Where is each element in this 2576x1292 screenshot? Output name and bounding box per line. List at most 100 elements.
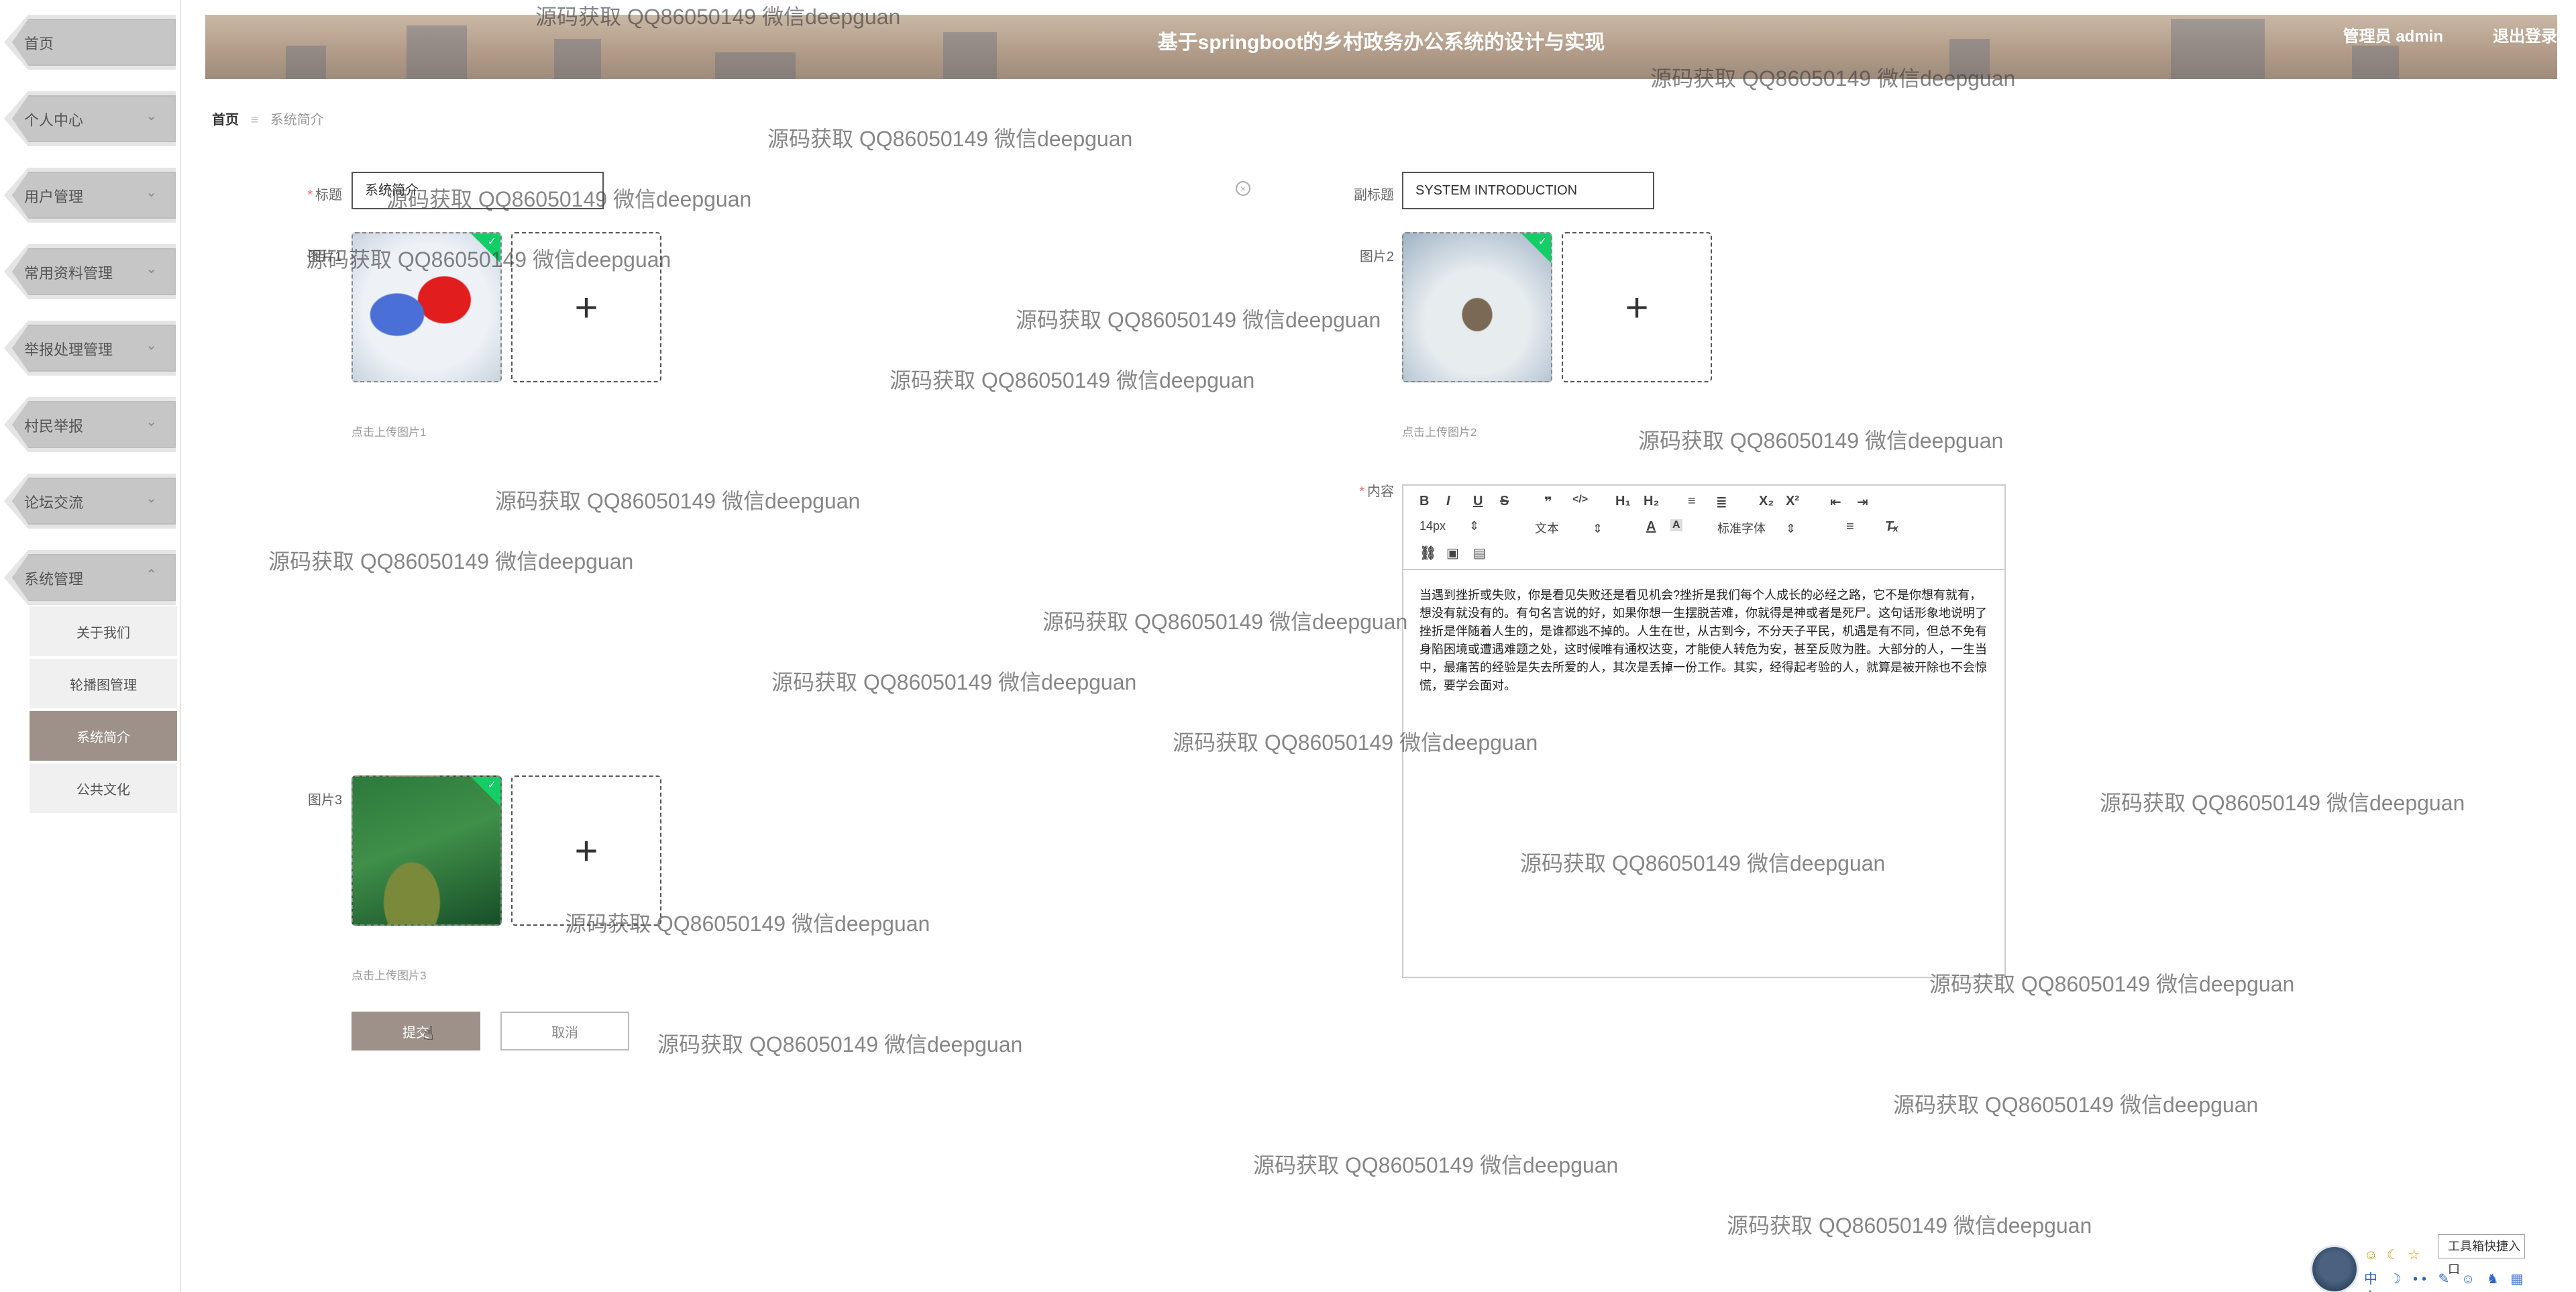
watermark-text: 源码获取 QQ86050149 微信deepguan [535, 5, 901, 29]
outdent-icon[interactable]: ⇤ [1830, 494, 1841, 510]
align-icon[interactable]: ≡ [1846, 519, 1854, 535]
bold-icon[interactable]: B [1419, 494, 1429, 509]
watermark-text: 源码获取 QQ86050149 微信deepguan [1727, 1214, 2092, 1238]
h2-icon[interactable]: H₂ [1644, 494, 1659, 509]
watermark-text: 源码获取 QQ86050149 微信deepguan [1929, 972, 2295, 996]
watermark-text: 源码获取 QQ86050149 微信deepguan [767, 127, 1133, 151]
submenu-item-carousel[interactable]: 轮播图管理 [30, 659, 177, 708]
breadcrumb-home[interactable]: 首页 [212, 113, 239, 127]
image1-hint: 点击上传图片1 [352, 426, 427, 439]
chevron-down-icon: ⌄ [146, 262, 157, 276]
chevron-down-icon: ⌄ [146, 185, 157, 200]
font-color-icon[interactable]: A [1646, 519, 1656, 535]
submenu-item-about-us[interactable]: 关于我们 [30, 606, 177, 656]
breadcrumb-separator-icon: ≡ [250, 113, 259, 127]
editor-content[interactable]: 当遇到挫折或失败，你是看见失败还是看见机会?挫折是我们每个人成长的必经之路，它不… [1419, 586, 1991, 695]
sidebar-item-user-management[interactable]: 用户管理 ⌄ [4, 168, 176, 223]
sidebar-item-villager-report[interactable]: 村民举报 ⌄ [4, 397, 176, 452]
chevron-down-icon: ⌄ [146, 338, 157, 353]
check-icon: ✓ [1538, 236, 1547, 248]
clear-icon[interactable]: × [1236, 181, 1250, 196]
sidebar-item-common-data[interactable]: 常用资料管理 ⌄ [4, 244, 176, 299]
watermark-text: 源码获取 QQ86050149 微信deepguan [1520, 851, 1886, 875]
watermark-text: 源码获取 QQ86050149 微信deepguan [1638, 429, 2004, 453]
watermark-text: 源码获取 QQ86050149 微信deepguan [2100, 791, 2465, 815]
indent-icon[interactable]: ⇥ [1857, 494, 1868, 510]
widget-status-icons: ☺ ☾ ☆ [2364, 1248, 2423, 1262]
watermark-text: 源码获取 QQ86050149 微信deepguan [890, 368, 1255, 392]
watermark-text: 源码获取 QQ86050149 微信deepguan [306, 248, 672, 272]
code-icon[interactable]: </> [1572, 494, 1588, 506]
sidebar-item-system-management[interactable]: 系统管理 ⌃ [4, 550, 176, 605]
h1-icon[interactable]: H₁ [1615, 494, 1631, 509]
sidebar-item-label: 举报处理管理 [24, 341, 113, 358]
image3-thumbnail[interactable]: ✓ [352, 775, 502, 926]
superscript-icon[interactable]: X² [1786, 494, 1799, 509]
subtitle-input[interactable]: SYSTEM INTRODUCTION [1402, 172, 1654, 209]
submenu-item-system-intro[interactable]: 系统简介 [30, 711, 177, 761]
block-type-select[interactable]: 文本 ⇕ [1535, 519, 1603, 537]
watermark-text: 源码获取 QQ86050149 微信deepguan [657, 1032, 1023, 1057]
watermark-text: 源码获取 QQ86050149 微信deepguan [1173, 731, 1538, 755]
submenu-item-public-culture[interactable]: 公共文化 [30, 763, 177, 813]
background-color-icon[interactable]: A [1670, 519, 1682, 531]
watermark-text: 源码获取 QQ86050149 微信deepguan [495, 489, 861, 513]
content-label: * 内容 [1359, 484, 1394, 499]
sidebar-item-report-handling[interactable]: 举报处理管理 ⌄ [4, 321, 176, 376]
image-icon[interactable]: ▣ [1446, 545, 1459, 561]
watermark-text: 源码获取 QQ86050149 微信deepguan [771, 670, 1137, 694]
assistant-avatar[interactable] [2310, 1245, 2359, 1292]
toolbox-shortcut[interactable]: 工具箱快捷入口 [2438, 1234, 2525, 1276]
watermark-text: 源码获取 QQ86050149 微信deepguan [268, 549, 634, 574]
image2-thumbnail[interactable]: ✓ [1402, 232, 1552, 382]
submit-button[interactable]: 提交 [352, 1012, 480, 1051]
watermark-text: 源码获取 QQ86050149 微信deepguan [1893, 1093, 2259, 1117]
watermark-text: 源码获取 QQ86050149 微信deepguan [1042, 610, 1408, 634]
quote-icon[interactable]: ❞ [1544, 494, 1552, 510]
breadcrumb: 首页 ≡ 系统简介 [212, 109, 324, 128]
chevron-up-icon: ⌃ [146, 568, 157, 582]
sidebar-item-label: 系统管理 [24, 571, 84, 588]
watermark-text: 源码获取 QQ86050149 微信deepguan [1016, 308, 1381, 332]
font-family-select[interactable]: 标准字体 ⇕ [1717, 519, 1796, 537]
image2-hint: 点击上传图片2 [1402, 426, 1477, 439]
clear-format-icon[interactable]: T̶ₓ [1885, 519, 1898, 535]
watermark-text: 源码获取 QQ86050149 微信deepguan [1650, 66, 2016, 91]
image3-label: 图片3 [307, 793, 342, 808]
bullet-list-icon[interactable]: ≣ [1716, 494, 1727, 510]
sidebar-item-personal-center[interactable]: 个人中心 ⌄ [4, 91, 176, 146]
chevron-down-icon: ⌄ [146, 415, 157, 429]
ime-toolbar[interactable]: 中 ☽ •• ✎ ☺ ♞ ▦ ♙ [2364, 1268, 2538, 1292]
image3-upload-button[interactable]: + [511, 775, 661, 926]
image2-label: 图片2 [1359, 250, 1394, 264]
video-icon[interactable]: ▤ [1473, 545, 1486, 561]
underline-icon[interactable]: U [1473, 494, 1483, 509]
sidebar-item-label: 用户管理 [24, 189, 84, 205]
sidebar: 首页 个人中心 ⌄ 用户管理 ⌄ 常用资料管理 ⌄ 举报处理管理 ⌄ 村民举报 … [0, 0, 181, 1292]
image2-upload-button[interactable]: + [1562, 232, 1712, 382]
sidebar-item-label: 论坛交流 [24, 494, 84, 511]
strike-icon[interactable]: S [1500, 494, 1509, 509]
current-user: 管理员 admin [2343, 28, 2443, 46]
system-management-submenu: 关于我们 轮播图管理 系统简介 公共文化 [30, 606, 177, 816]
link-icon[interactable]: ⛓ [1419, 545, 1436, 561]
font-size-select[interactable]: 14px ⇕ [1419, 519, 1479, 533]
sidebar-item-label: 首页 [24, 36, 54, 52]
editor-toolbar: B I U S ❞ </> H₁ H₂ ≡ ≣ X₂ X² ⇤ ⇥ 14px ⇕… [1403, 486, 2004, 570]
watermark-text: 源码获取 QQ86050149 微信deepguan [386, 187, 752, 211]
watermark-text: 源码获取 QQ86050149 微信deepguan [565, 912, 930, 936]
watermark-text: 源码获取 QQ86050149 微信deepguan [1253, 1153, 1619, 1177]
italic-icon[interactable]: I [1446, 494, 1450, 509]
check-icon: ✓ [487, 779, 496, 791]
chevron-down-icon: ⌄ [146, 109, 157, 123]
sidebar-item-forum[interactable]: 论坛交流 ⌄ [4, 474, 176, 529]
title-label: * 标题 [307, 188, 342, 203]
subtitle-label: 副标题 [1354, 188, 1394, 203]
sidebar-item-label: 村民举报 [24, 418, 84, 435]
chevron-down-icon: ⌄ [146, 491, 157, 506]
logout-link[interactable]: 退出登录 [2493, 23, 2557, 46]
sidebar-item-home[interactable]: 首页 [4, 15, 176, 70]
subscript-icon[interactable]: X₂ [1759, 494, 1774, 509]
cancel-button[interactable]: 取消 [500, 1012, 629, 1051]
ordered-list-icon[interactable]: ≡ [1688, 494, 1696, 509]
